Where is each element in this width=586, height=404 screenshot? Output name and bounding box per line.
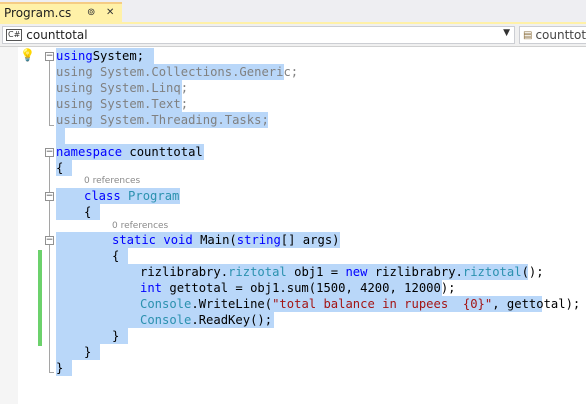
code-type: Program	[128, 189, 180, 203]
csharp-project-icon: C#	[6, 29, 23, 41]
project-dropdown[interactable]: C# counttotal ▼	[2, 26, 515, 44]
collapse-icon[interactable]: −	[45, 236, 54, 245]
selection-highlight	[56, 204, 100, 220]
close-icon[interactable]: ✕	[106, 5, 114, 21]
code-keyword: string	[236, 233, 281, 247]
code-line: using System.Linq;	[56, 80, 188, 96]
collapse-icon[interactable]: −	[45, 148, 54, 157]
change-tracking-bar	[38, 250, 42, 346]
code-text: {	[56, 161, 64, 175]
code-text: ();	[521, 265, 544, 279]
code-type: Console	[140, 297, 192, 311]
code-line: using System.Collections.Generic;	[56, 64, 298, 80]
code-line: using System.Threading.Tasks;	[56, 112, 269, 128]
code-string: "total balance in rupees {0}"	[272, 297, 493, 311]
outline-guide	[49, 201, 50, 231]
code-text: }	[56, 361, 64, 375]
navigation-bar: C# counttotal ▼ ▤ counttotal	[0, 24, 586, 47]
code-text: [] args)	[280, 233, 340, 247]
code-keyword: new	[345, 265, 368, 279]
outline-guide	[49, 61, 50, 125]
collapse-icon[interactable]: −	[45, 192, 54, 201]
code-type: riztotal	[228, 265, 287, 279]
outline-guide	[49, 372, 54, 373]
code-line: static void Main(string[] args)	[112, 232, 340, 248]
project-dropdown-value: counttotal	[26, 28, 88, 42]
code-text: obj1 =	[286, 265, 346, 279]
code-text: gettotal = obj1.sum(1500, 4200, 12000);	[162, 281, 456, 295]
code-line: {	[112, 248, 119, 264]
outline-guide	[49, 245, 50, 345]
code-type: riztotal	[462, 265, 522, 279]
code-line: using System.Text;	[56, 96, 188, 112]
selection-highlight	[56, 128, 65, 144]
code-line: }	[112, 328, 119, 344]
code-editor[interactable]: 💡 − − − − 0 references 0 references usin…	[0, 47, 586, 404]
code-text: {	[84, 205, 92, 219]
code-unused-using: using System.Text;	[56, 97, 189, 111]
code-unused-using: using System.Linq;	[56, 81, 189, 95]
code-line: {	[56, 160, 63, 176]
code-line: int gettotal = obj1.sum(1500, 4200, 1200…	[140, 280, 456, 296]
code-text: rizlibrabry.	[367, 265, 463, 279]
code-line: Console.ReadKey();	[140, 312, 272, 328]
code-text: }	[112, 329, 120, 343]
code-line: class Program	[84, 188, 179, 204]
code-keyword: class	[84, 189, 121, 203]
selection-highlight	[56, 344, 100, 360]
code-line: }	[84, 344, 91, 360]
member-dropdown[interactable]: ▤ counttotal	[519, 26, 586, 44]
code-text: }	[84, 345, 92, 359]
lightbulb-icon[interactable]: 💡	[20, 48, 35, 62]
chevron-down-icon[interactable]: ▼	[503, 28, 510, 38]
document-tab-bar: Program.cs ⊚ ✕	[0, 0, 586, 24]
code-text: , gettotal);	[492, 297, 581, 311]
code-keyword: static	[112, 233, 157, 247]
code-text: Main(	[192, 233, 237, 247]
code-unused-using: using System.Collections.Generic;	[56, 65, 299, 79]
code-keyword: void	[163, 233, 193, 247]
class-icon: ▤	[523, 29, 533, 41]
document-tab[interactable]: Program.cs ⊚ ✕	[0, 2, 122, 22]
code-text: .ReadKey();	[191, 313, 273, 327]
code-line: rizlibrabry.riztotal obj1 = new rizlibra…	[140, 264, 544, 280]
indicator-margin	[0, 47, 18, 404]
codelens-references[interactable]: 0 references	[84, 175, 140, 187]
code-text: .WriteLine(	[191, 297, 273, 311]
collapse-icon[interactable]: −	[45, 52, 54, 61]
code-line: namespace counttotal	[56, 144, 203, 160]
code-type: Console	[140, 313, 192, 327]
code-keyword: int	[140, 281, 163, 295]
member-dropdown-value: counttotal	[535, 28, 586, 42]
codelens-references[interactable]: 0 references	[112, 220, 168, 232]
pin-icon[interactable]: ⊚	[87, 5, 95, 21]
code-text: {	[112, 249, 120, 263]
code-line: {	[84, 204, 91, 220]
code-keyword: namespace	[56, 145, 123, 159]
code-unused-using: using System.Threading.Tasks;	[56, 113, 269, 127]
code-text: counttotal	[122, 145, 203, 159]
code-line: usingSystem;	[56, 48, 144, 64]
tab-title: Program.cs	[4, 6, 72, 20]
code-text: System;	[92, 49, 145, 63]
outline-guide	[49, 125, 54, 126]
code-line: }	[56, 360, 63, 376]
code-text: rizlibrabry.	[140, 265, 229, 279]
code-keyword: using	[56, 49, 93, 63]
code-line: Console.WriteLine("total balance in rupe…	[140, 296, 580, 312]
